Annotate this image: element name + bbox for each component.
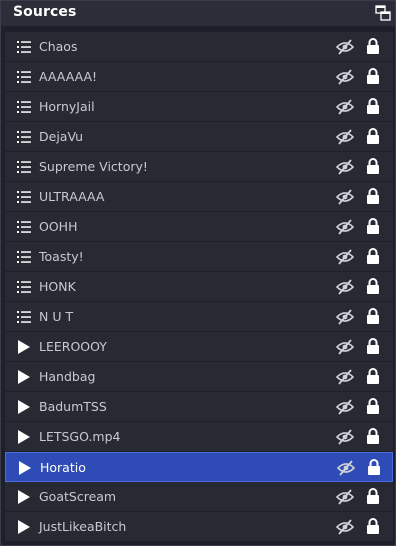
list-icon: [17, 101, 31, 113]
lock-icon[interactable]: [366, 127, 380, 145]
source-label: Supreme Victory!: [39, 159, 148, 174]
visibility-hidden-icon[interactable]: [336, 309, 354, 325]
source-item[interactable]: Supreme Victory!: [5, 152, 393, 182]
source-label: HornyJail: [39, 99, 95, 114]
visibility-hidden-icon[interactable]: [336, 159, 354, 175]
play-icon: [18, 490, 30, 504]
list-icon: [17, 311, 31, 323]
source-item[interactable]: Chaos: [5, 32, 393, 62]
play-icon: [18, 520, 30, 534]
visibility-hidden-icon[interactable]: [336, 39, 354, 55]
source-label: HONK: [39, 279, 76, 294]
source-label: BadumTSS: [39, 399, 107, 414]
source-label: LETSGO.mp4: [39, 429, 121, 444]
lock-icon[interactable]: [366, 367, 380, 385]
source-label: Chaos: [39, 39, 78, 54]
visibility-hidden-icon[interactable]: [337, 460, 355, 476]
source-label: DejaVu: [39, 129, 84, 144]
lock-icon[interactable]: [366, 37, 380, 55]
lock-icon[interactable]: [366, 517, 380, 535]
sources-dock: Sources Chaos AAAAAA! HornyJail DejaVu Supre…: [0, 0, 396, 546]
source-item[interactable]: Toasty!: [5, 242, 393, 272]
source-item[interactable]: OOHH: [5, 212, 393, 242]
lock-icon[interactable]: [366, 217, 380, 235]
source-item[interactable]: LETSGO.mp4: [5, 422, 393, 452]
source-label: AAAAAA!: [39, 69, 98, 84]
list-icon: [17, 191, 31, 203]
source-label: Toasty!: [39, 249, 84, 264]
source-label: JustLikeaBitch: [39, 519, 127, 534]
lock-icon[interactable]: [366, 487, 380, 505]
lock-icon[interactable]: [366, 277, 380, 295]
source-label: N U T: [39, 309, 74, 324]
source-item[interactable]: HornyJail: [5, 92, 393, 122]
dock-header: Sources: [1, 1, 395, 26]
lock-icon[interactable]: [366, 337, 380, 355]
source-item[interactable]: LEEROOOY: [5, 332, 393, 362]
source-item[interactable]: N U T: [5, 302, 393, 332]
source-item[interactable]: DejaVu: [5, 122, 393, 152]
list-icon: [17, 41, 31, 53]
lock-icon[interactable]: [366, 67, 380, 85]
source-label: ULTRAAAA: [39, 189, 105, 204]
source-item[interactable]: JustLikeaBitch: [5, 512, 393, 542]
visibility-hidden-icon[interactable]: [336, 249, 354, 265]
visibility-hidden-icon[interactable]: [336, 519, 354, 535]
play-icon: [19, 461, 31, 475]
play-icon: [18, 340, 30, 354]
lock-icon[interactable]: [366, 187, 380, 205]
source-item[interactable]: ULTRAAAA: [5, 182, 393, 212]
lock-icon[interactable]: [366, 157, 380, 175]
visibility-hidden-icon[interactable]: [336, 219, 354, 235]
source-item[interactable]: AAAAAA!: [5, 62, 393, 92]
source-item[interactable]: Horatio: [5, 452, 393, 482]
lock-icon[interactable]: [366, 307, 380, 325]
dock-title: Sources: [13, 4, 77, 20]
list-icon: [17, 281, 31, 293]
source-label: GoatScream: [39, 489, 117, 504]
visibility-hidden-icon[interactable]: [336, 399, 354, 415]
source-item[interactable]: Handbag: [5, 362, 393, 392]
lock-icon[interactable]: [366, 247, 380, 265]
visibility-hidden-icon[interactable]: [336, 339, 354, 355]
list-icon: [17, 251, 31, 263]
play-icon: [18, 400, 30, 414]
undock-icon[interactable]: [375, 5, 391, 21]
list-icon: [17, 161, 31, 173]
play-icon: [18, 370, 30, 384]
lock-icon[interactable]: [366, 97, 380, 115]
list-icon: [17, 71, 31, 83]
lock-icon[interactable]: [366, 397, 380, 415]
visibility-hidden-icon[interactable]: [336, 189, 354, 205]
list-icon: [17, 221, 31, 233]
source-label: LEEROOOY: [39, 339, 107, 354]
source-item[interactable]: BadumTSS: [5, 392, 393, 422]
sources-list: Chaos AAAAAA! HornyJail DejaVu Supreme Victo…: [5, 32, 393, 542]
play-icon: [18, 430, 30, 444]
source-label: Handbag: [39, 369, 96, 384]
visibility-hidden-icon[interactable]: [336, 429, 354, 445]
visibility-hidden-icon[interactable]: [336, 129, 354, 145]
visibility-hidden-icon[interactable]: [336, 279, 354, 295]
lock-icon[interactable]: [367, 458, 381, 476]
source-label: OOHH: [39, 219, 78, 234]
list-icon: [17, 131, 31, 143]
visibility-hidden-icon[interactable]: [336, 369, 354, 385]
source-label: Horatio: [40, 460, 86, 475]
lock-icon[interactable]: [366, 427, 380, 445]
visibility-hidden-icon[interactable]: [336, 489, 354, 505]
source-item[interactable]: GoatScream: [5, 482, 393, 512]
visibility-hidden-icon[interactable]: [336, 69, 354, 85]
source-item[interactable]: HONK: [5, 272, 393, 302]
visibility-hidden-icon[interactable]: [336, 99, 354, 115]
